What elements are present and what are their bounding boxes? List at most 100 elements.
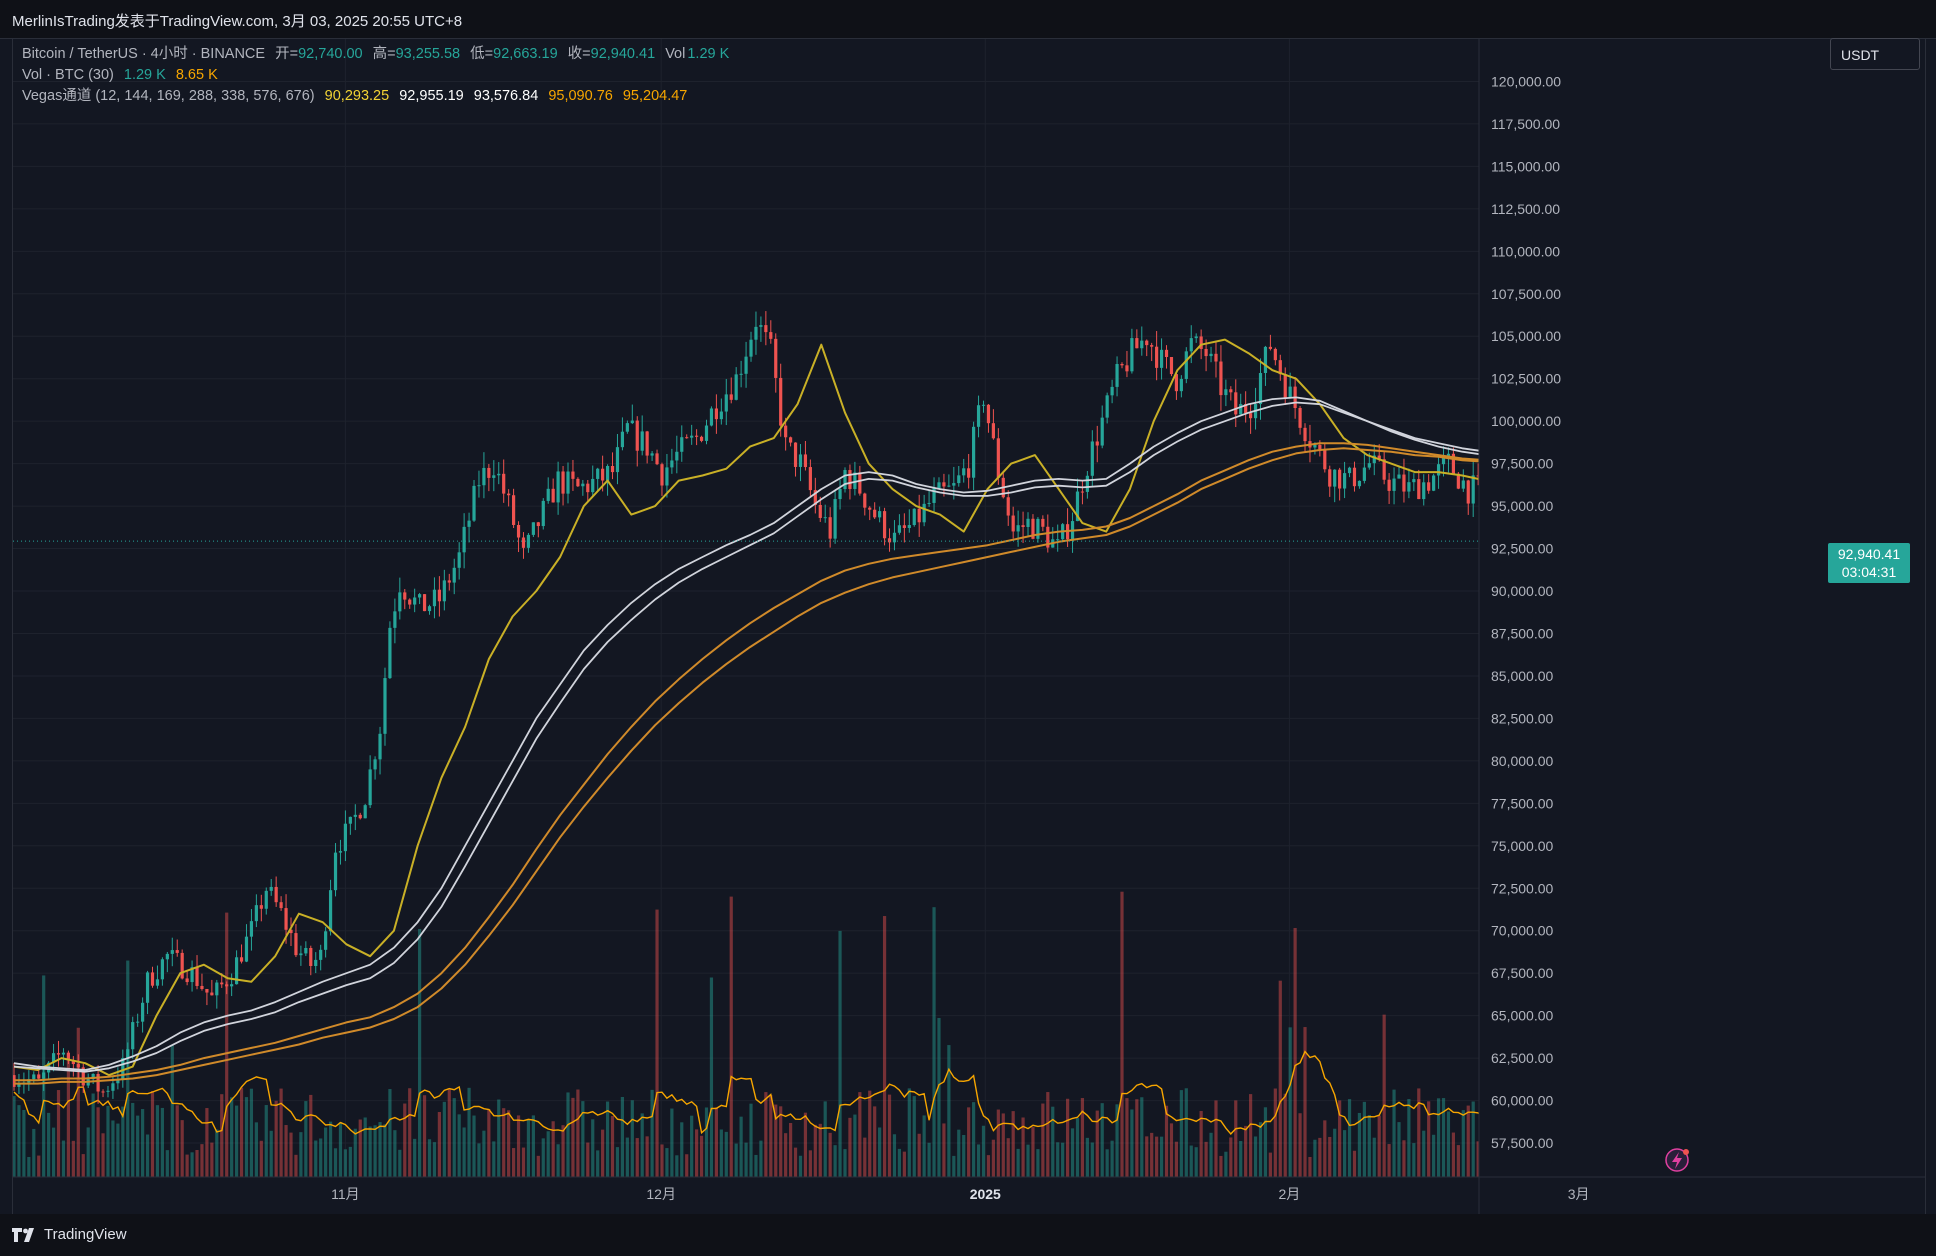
vol-indicator-label: Vol · BTC (30): [22, 67, 114, 83]
lightning-alert-icon[interactable]: [1665, 1148, 1689, 1172]
volume-bar: [91, 1093, 95, 1177]
y-tick-label: 72,500.00: [1491, 880, 1553, 896]
candle-body: [1258, 373, 1263, 405]
volume-bar: [1026, 1144, 1030, 1177]
volume-ma-line: [13, 1000, 1677, 1135]
candle-body: [1229, 389, 1233, 393]
candle-body: [155, 979, 160, 986]
candle-body: [215, 982, 219, 996]
candle-body: [185, 978, 189, 983]
y-tick-label: 80,000.00: [1491, 753, 1553, 769]
volume-bar: [986, 1155, 991, 1177]
volume-bar: [234, 1105, 239, 1177]
volume-bar: [27, 1156, 31, 1177]
currency-button[interactable]: USDT: [1830, 38, 1920, 70]
volume-bar: [586, 1142, 590, 1177]
candle-body: [210, 992, 214, 996]
vegas-value-2: 92,955.19: [399, 88, 464, 104]
candle-body: [1214, 353, 1218, 362]
volume-bar: [432, 1142, 437, 1177]
volume-bar: [704, 1107, 709, 1177]
volume-bar: [220, 1094, 224, 1177]
price-chart[interactable]: 120,000.00 117,500.00 115,000.00 112,500.00…: [12, 39, 1925, 1214]
candle-body: [1021, 525, 1025, 527]
volume-bar: [892, 1134, 897, 1177]
candle-body: [1080, 491, 1085, 493]
candle-body: [596, 468, 600, 479]
volume-bar: [442, 1101, 446, 1177]
volume-bar: [111, 1120, 115, 1177]
candle-body: [774, 338, 778, 378]
candle-body: [205, 989, 209, 993]
y-tick-label: 97,500.00: [1491, 456, 1553, 472]
volume-bar: [1466, 1105, 1470, 1177]
volume-bar: [625, 1137, 629, 1177]
tradingview-brand[interactable]: TradingView: [12, 1226, 127, 1243]
volume-bar: [818, 1123, 822, 1177]
candle-body: [195, 967, 199, 986]
candle-body: [1303, 427, 1307, 442]
volume-bar: [833, 1145, 837, 1177]
candle-body: [630, 420, 634, 424]
candle-body: [1110, 386, 1114, 396]
candle-body: [56, 1053, 61, 1055]
candle-body: [843, 470, 847, 490]
volume-bar: [1412, 1143, 1416, 1177]
candle-body: [833, 499, 837, 539]
volume-bar: [976, 1144, 981, 1177]
volume-bar: [51, 1127, 56, 1177]
y-tick-label: 57,500.00: [1491, 1135, 1553, 1151]
candle-body: [1313, 444, 1317, 448]
volume-bar: [131, 1102, 135, 1177]
volume-bar: [47, 1112, 51, 1177]
candle-body: [942, 482, 946, 487]
candle-body: [437, 589, 441, 602]
volume-bar: [655, 909, 659, 1177]
volume-bar: [719, 1129, 723, 1177]
volume-bar: [1446, 1111, 1451, 1177]
candle-body: [76, 1064, 80, 1068]
candle-body: [922, 503, 926, 523]
volume-bar: [650, 1089, 654, 1177]
volume-bar: [353, 1128, 357, 1177]
volume-bar: [155, 1105, 160, 1177]
volume-bar: [17, 1105, 21, 1177]
candle-body: [610, 465, 615, 473]
candle-body: [1347, 467, 1352, 474]
candle-body: [1318, 444, 1322, 450]
volume-bar: [878, 1127, 882, 1177]
candle-body: [378, 733, 382, 760]
candle-body: [111, 1083, 115, 1091]
candle-body: [230, 984, 234, 987]
volume-bar: [596, 1150, 600, 1177]
candle-body: [685, 437, 689, 439]
volume-bar: [808, 1150, 812, 1177]
candle-body: [37, 1074, 41, 1079]
volume-bar: [1209, 1132, 1213, 1177]
volume-bar: [467, 1087, 471, 1177]
volume-bar: [1061, 1142, 1065, 1177]
volume-bar: [536, 1155, 540, 1177]
volume-bar: [511, 1148, 516, 1177]
volume-bar: [319, 1138, 323, 1177]
volume-bar: [972, 1102, 976, 1177]
candle-body: [383, 678, 387, 734]
chart-pane[interactable]: 120,000.00 117,500.00 115,000.00 112,500.00…: [12, 38, 1926, 1215]
candle-body: [917, 508, 921, 523]
volume-row[interactable]: Vol · BTC (30) 1.29 K 8.65 K: [22, 65, 735, 86]
volume-bar: [363, 1117, 367, 1177]
volume-bar: [1046, 1092, 1050, 1177]
vegas-row[interactable]: Vegas通道 (12, 144, 169, 288, 338, 576, 67…: [22, 86, 735, 107]
symbol-row[interactable]: Bitcoin / TetherUS · 4小时 · BINANCE 开=92,…: [22, 44, 735, 65]
x-tick-label: 2月: [1279, 1186, 1301, 1202]
y-tick-label: 90,000.00: [1491, 583, 1553, 599]
volume-bar: [492, 1141, 496, 1177]
volume-bar: [922, 1115, 926, 1177]
volume-bars: [12, 813, 1678, 1177]
candle-body: [363, 805, 367, 819]
volume-bar: [1293, 928, 1297, 1177]
volume-bar: [1041, 1103, 1045, 1177]
volume-bar: [1159, 1136, 1164, 1177]
volume-bar: [1189, 1145, 1193, 1177]
volume-bar: [447, 1088, 451, 1177]
